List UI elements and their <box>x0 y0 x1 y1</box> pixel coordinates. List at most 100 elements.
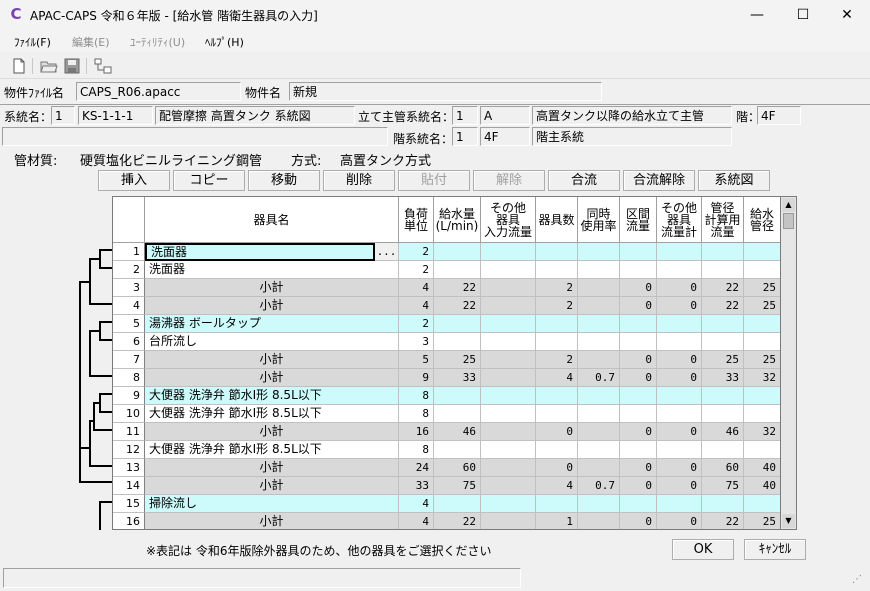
cell-otherSum[interactable] <box>657 495 702 513</box>
cell-flow[interactable]: 22 <box>434 513 481 529</box>
cell-rate[interactable]: 0.7 <box>578 477 620 495</box>
fixture-name-cell[interactable]: 洗面器 <box>145 261 399 279</box>
fixture-name-cell[interactable]: 湯沸器 ボールタップ <box>145 315 399 333</box>
row-number[interactable]: 4 <box>113 297 145 315</box>
cell-sect[interactable]: 0 <box>620 351 657 369</box>
cell-dia[interactable]: 25 <box>744 351 780 369</box>
fixture-name-cell[interactable]: 小計 <box>145 369 399 387</box>
cell-other[interactable] <box>481 315 536 333</box>
fixture-name-cell[interactable]: 小計 <box>145 513 399 529</box>
cell-count[interactable]: 2 <box>536 351 578 369</box>
cell-dia[interactable] <box>744 441 780 459</box>
cell-otherSum[interactable]: 0 <box>657 279 702 297</box>
cell-flow[interactable] <box>434 261 481 279</box>
grid-vertical-scrollbar[interactable]: ▲ ▼ <box>780 196 797 530</box>
action-button-7[interactable]: 合流解除 <box>623 170 695 191</box>
fixture-name-cell[interactable]: 小計 <box>145 459 399 477</box>
cell-rate[interactable] <box>578 315 620 333</box>
cell-dia[interactable]: 32 <box>744 423 780 441</box>
cell-dia[interactable] <box>744 387 780 405</box>
menu-item-3[interactable]: ﾍﾙﾌﾟ(H) <box>205 34 244 50</box>
cell-flow[interactable] <box>434 441 481 459</box>
cell-rate[interactable]: 0.7 <box>578 369 620 387</box>
cell-sect[interactable]: 0 <box>620 369 657 387</box>
cell-count[interactable]: 1 <box>536 513 578 529</box>
cell-load[interactable]: 4 <box>399 495 434 513</box>
cell-dia[interactable] <box>744 333 780 351</box>
fixture-name-cell[interactable]: 小計 <box>145 279 399 297</box>
cell-otherSum[interactable]: 0 <box>657 477 702 495</box>
cell-flow[interactable] <box>434 243 481 261</box>
cell-rate[interactable] <box>578 495 620 513</box>
cell-other[interactable] <box>481 297 536 315</box>
cell-sect[interactable]: 0 <box>620 459 657 477</box>
cell-rate[interactable] <box>578 405 620 423</box>
cell-sect[interactable] <box>620 495 657 513</box>
cell-count[interactable]: 4 <box>536 477 578 495</box>
cell-other[interactable] <box>481 387 536 405</box>
cell-sect[interactable] <box>620 333 657 351</box>
cell-dia[interactable]: 32 <box>744 369 780 387</box>
cell-sect[interactable] <box>620 387 657 405</box>
cell-otherSum[interactable] <box>657 243 702 261</box>
cell-flow[interactable]: 22 <box>434 279 481 297</box>
cell-sect[interactable]: 0 <box>620 513 657 529</box>
cell-flow[interactable] <box>434 495 481 513</box>
cell-rate[interactable] <box>578 243 620 261</box>
cell-flow[interactable]: 33 <box>434 369 481 387</box>
cell-calc[interactable]: 25 <box>702 351 744 369</box>
cell-calc[interactable] <box>702 495 744 513</box>
cell-calc[interactable]: 60 <box>702 459 744 477</box>
cell-load[interactable]: 5 <box>399 351 434 369</box>
cell-calc[interactable] <box>702 405 744 423</box>
action-button-2[interactable]: 移動 <box>248 170 320 191</box>
cell-other[interactable] <box>481 351 536 369</box>
cell-other[interactable] <box>481 369 536 387</box>
cell-otherSum[interactable]: 0 <box>657 351 702 369</box>
cell-count[interactable]: 0 <box>536 423 578 441</box>
cell-load[interactable]: 2 <box>399 315 434 333</box>
cell-dia[interactable] <box>744 405 780 423</box>
fixture-name-cell[interactable]: 小計 <box>145 297 399 315</box>
network-icon[interactable] <box>94 58 112 74</box>
cell-sect[interactable] <box>620 315 657 333</box>
row-number[interactable]: 14 <box>113 477 145 495</box>
cell-load[interactable]: 2 <box>399 243 434 261</box>
row-number[interactable]: 13 <box>113 459 145 477</box>
cell-other[interactable] <box>481 441 536 459</box>
cell-otherSum[interactable] <box>657 261 702 279</box>
cell-dia[interactable]: 25 <box>744 297 780 315</box>
cell-otherSum[interactable] <box>657 441 702 459</box>
row-number[interactable]: 16 <box>113 513 145 529</box>
cell-sect[interactable]: 0 <box>620 423 657 441</box>
cell-calc[interactable]: 46 <box>702 423 744 441</box>
cell-sect[interactable] <box>620 261 657 279</box>
cell-rate[interactable] <box>578 279 620 297</box>
cell-otherSum[interactable] <box>657 387 702 405</box>
cell-calc[interactable] <box>702 261 744 279</box>
cell-other[interactable] <box>481 405 536 423</box>
scroll-up-arrow-icon[interactable]: ▲ <box>782 198 795 212</box>
open-folder-icon[interactable] <box>40 58 58 74</box>
cell-sect[interactable]: 0 <box>620 477 657 495</box>
cell-flow[interactable] <box>434 405 481 423</box>
cell-rate[interactable] <box>578 459 620 477</box>
cell-count[interactable]: 4 <box>536 369 578 387</box>
menu-item-1[interactable]: 編集(E) <box>72 34 110 50</box>
cell-other[interactable] <box>481 459 536 477</box>
cell-load[interactable]: 24 <box>399 459 434 477</box>
cell-load[interactable]: 4 <box>399 513 434 529</box>
cell-load[interactable]: 4 <box>399 279 434 297</box>
row-number[interactable]: 8 <box>113 369 145 387</box>
cell-other[interactable] <box>481 243 536 261</box>
cancel-button[interactable]: ｷｬﾝｾﾙ <box>744 539 806 560</box>
cell-flow[interactable]: 75 <box>434 477 481 495</box>
cell-sect[interactable] <box>620 441 657 459</box>
row-number[interactable]: 10 <box>113 405 145 423</box>
cell-other[interactable] <box>481 477 536 495</box>
action-button-5[interactable]: 解除 <box>473 170 545 191</box>
action-button-3[interactable]: 削除 <box>323 170 395 191</box>
cell-rate[interactable] <box>578 261 620 279</box>
cell-load[interactable]: 8 <box>399 441 434 459</box>
cell-otherSum[interactable] <box>657 315 702 333</box>
